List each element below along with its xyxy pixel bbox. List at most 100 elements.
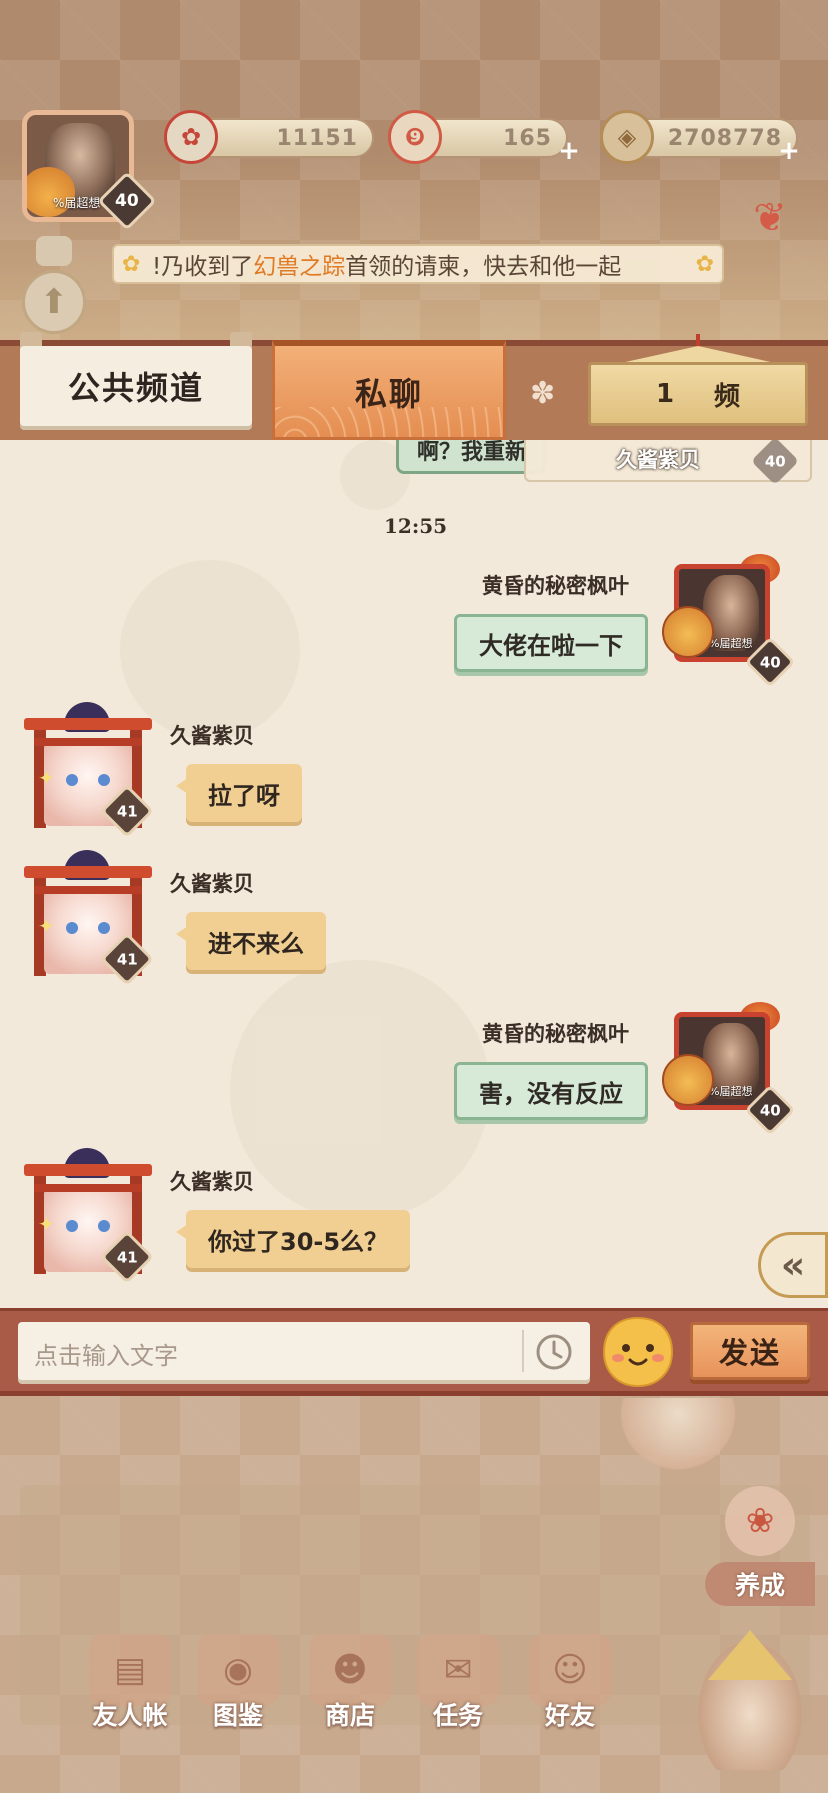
fries-ornament-icon: [662, 606, 714, 658]
eye: [98, 1220, 110, 1232]
player-avatar-tag: %届超想: [53, 196, 101, 210]
character-portrait-button[interactable]: [690, 1630, 810, 1770]
sakura-icon: ✽: [530, 376, 556, 411]
sender-name-friend: 久酱紫贝: [170, 1170, 254, 1194]
eye: [66, 1220, 78, 1232]
message-bubble-self[interactable]: 大佬在啦一下: [454, 614, 648, 672]
blossom-value: 11151: [276, 125, 358, 151]
avatar-friend[interactable]: ✦ 41: [24, 1148, 154, 1284]
eye: [66, 774, 78, 786]
sparkle-icon: ✦: [38, 1212, 55, 1236]
tab-public-channel[interactable]: 公共频道: [20, 346, 252, 426]
message-bubble-friend[interactable]: 进不来么: [176, 912, 326, 970]
user-card-level: 40: [764, 452, 786, 470]
nav-label: 友人帐: [92, 1701, 168, 1730]
self-level: 40: [759, 1101, 781, 1119]
bowl-decoration: [612, 1398, 744, 1478]
sparkle-icon: ✦: [38, 914, 55, 938]
watermark: [230, 960, 490, 1220]
sender-name-self: 黄昏的秘密枫叶: [482, 574, 629, 598]
tab-public-label: 公共频道: [67, 369, 204, 407]
input-divider: [522, 1330, 524, 1372]
plum-blossom-icon: ✿: [164, 110, 218, 164]
coins-value: 2708778: [667, 125, 782, 151]
message-text: 拉了呀: [208, 781, 280, 810]
scroll-plus-button[interactable]: +: [558, 138, 580, 164]
tab-private-label: 私聊: [354, 374, 423, 413]
torii-gate: [24, 718, 152, 730]
friend-level: 41: [116, 950, 138, 968]
avatar-tag: %届超想: [709, 1085, 753, 1098]
eye: [98, 922, 110, 934]
user-card-name: 久酱紫贝: [616, 448, 700, 472]
torii-gate: [24, 1164, 152, 1176]
channel-sign-text: 频: [714, 381, 741, 412]
user-card-level-badge: 40: [750, 440, 800, 486]
eye: [98, 774, 110, 786]
scroll-icon: ❾: [388, 110, 442, 164]
collapse-chevron-icon[interactable]: «: [758, 1232, 828, 1298]
notice-suffix: 首领的请柬，快去和他一起: [345, 254, 622, 280]
message-text: 大佬在啦一下: [479, 631, 623, 660]
message-input-placeholder: 点击输入文字: [34, 1342, 178, 1370]
friend-level: 41: [116, 802, 138, 820]
nav-label: 商店: [324, 1701, 375, 1730]
message-text: 进不来么: [208, 929, 304, 958]
up-arrow-button[interactable]: ⬆: [22, 270, 86, 334]
channel-sign[interactable]: 1 频: [588, 362, 808, 426]
channel-sign-number: 1: [655, 379, 675, 409]
coin-icon: ◈: [600, 110, 654, 164]
chat-area[interactable]: 啊？我重新 久酱紫贝 40 12:55 黄昏的秘密枫叶 大佬在啦一下 %届超想 …: [0, 440, 828, 1308]
sparkle-icon: ✦: [38, 766, 55, 790]
avatar-self[interactable]: %届超想 40: [662, 554, 796, 688]
friend-level: 41: [116, 1248, 138, 1266]
nav-shop[interactable]: ☻ 商店: [302, 1634, 398, 1734]
character-hat: [708, 1630, 792, 1680]
eye: [66, 922, 78, 934]
flower-left-icon: ✿: [122, 252, 141, 277]
nurture-button[interactable]: ❀ 养成: [704, 1486, 816, 1616]
maneki-neko-icon: ❀: [725, 1486, 795, 1556]
avatar-friend[interactable]: ✦ 41: [24, 850, 154, 986]
self-level: 40: [759, 653, 781, 671]
torii-gate: [24, 866, 152, 878]
nav-label: 图鉴: [212, 1701, 263, 1730]
message-text: 害，没有反应: [479, 1079, 623, 1108]
flower-right-icon: ✿: [695, 252, 714, 277]
torii-bar: [34, 738, 142, 746]
clock-icon[interactable]: [534, 1332, 574, 1372]
coins-plus-button[interactable]: +: [778, 138, 800, 164]
nav-friends[interactable]: ☺ 好友: [522, 1634, 618, 1734]
sender-name-friend: 久酱紫贝: [170, 872, 254, 896]
partial-bubble-text: 啊？我重新: [417, 440, 528, 465]
user-card-popup[interactable]: 久酱紫贝 40: [524, 440, 812, 486]
send-button[interactable]: 发送: [690, 1322, 810, 1380]
nurture-label: 养成: [734, 1571, 785, 1600]
message-bubble-friend[interactable]: 拉了呀: [176, 764, 302, 822]
message-bubble-self[interactable]: 害，没有反应: [454, 1062, 648, 1120]
nav-codex[interactable]: ◉ 图鉴: [190, 1634, 286, 1734]
emoji-smiley-icon[interactable]: [600, 1314, 676, 1390]
avatar-self[interactable]: %届超想 40: [662, 1002, 796, 1136]
torii-bar: [34, 886, 142, 894]
avatar-friend[interactable]: ✦ 41: [24, 702, 154, 838]
nav-label: 任务: [432, 1701, 483, 1730]
sender-name-self: 黄昏的秘密枫叶: [482, 1022, 629, 1046]
notice-highlight: 幻兽之踪: [253, 254, 346, 280]
nav-friend-book[interactable]: ▤ 友人帐: [82, 1634, 178, 1734]
sender-name-friend: 久酱紫贝: [170, 724, 254, 748]
message-timestamp: 12:55: [384, 514, 448, 538]
send-button-label: 发送: [718, 1336, 781, 1370]
nav-tasks[interactable]: ✉ 任务: [410, 1634, 506, 1734]
tab-private-chat[interactable]: 私聊: [272, 340, 506, 440]
lantern-icon: [36, 236, 72, 266]
message-text: 你过了30-5么？: [208, 1227, 389, 1256]
koinobori-fish-icon: ❦: [753, 195, 787, 241]
message-bubble-friend[interactable]: 你过了30-5么？: [175, 1210, 411, 1268]
notice-prefix: !乃收到了: [152, 254, 254, 280]
player-level-value: 40: [115, 190, 139, 211]
torii-bar: [34, 1184, 142, 1192]
scroll-value: 165: [503, 125, 552, 151]
system-notice: ✿ !乃收到了 幻兽之踪 首领的请柬，快去和他一起 ✿: [112, 244, 724, 284]
nav-label: 好友: [544, 1701, 595, 1730]
